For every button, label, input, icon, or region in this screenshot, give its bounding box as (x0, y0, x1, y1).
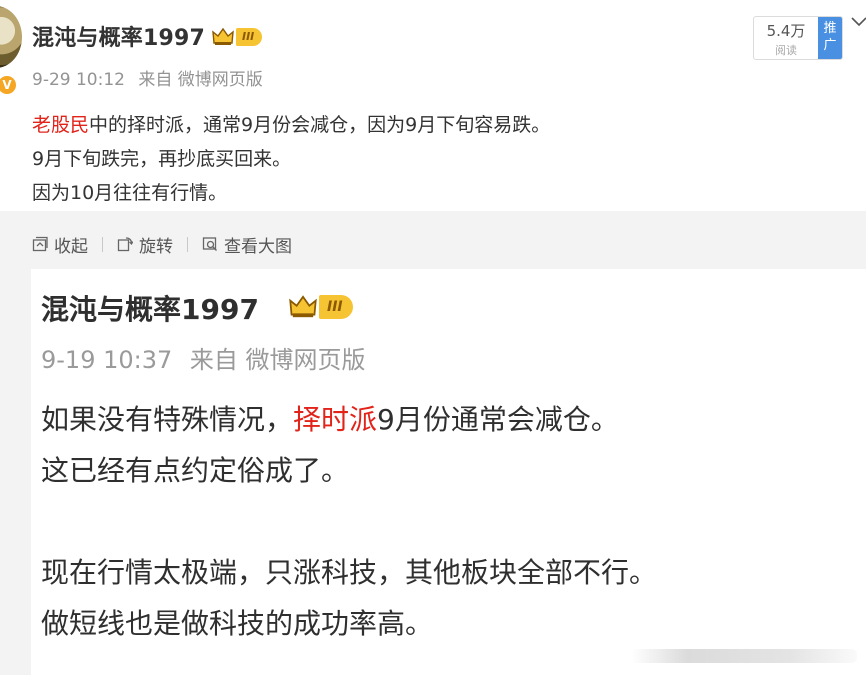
rotate-label: 旋转 (139, 236, 173, 257)
read-count: 5.4万 (766, 22, 806, 40)
image-keyword: 择时派 (293, 403, 378, 436)
divider (187, 236, 188, 252)
image-line-1: 如果没有特殊情况，择时派9月份通常会减仓。 (41, 394, 657, 445)
post-date[interactable]: 9-29 10:12 (32, 70, 125, 90)
collapse-button[interactable]: 收起 (32, 232, 88, 257)
image-level-badge: III (289, 293, 353, 321)
view-large-icon (202, 237, 217, 251)
image-post-body: 如果没有特殊情况，择时派9月份通常会减仓。 这已经有点约定俗成了。 现在行情太极… (41, 394, 657, 649)
divider (102, 236, 103, 252)
image-line-2: 这已经有点约定俗成了。 (41, 454, 350, 487)
view-large-label: 查看大图 (224, 236, 292, 257)
image-line-4: 做短线也是做科技的成功率高。 (41, 607, 434, 640)
image-author-name: 混沌与概率1997 (41, 293, 259, 326)
view-large-button[interactable]: 查看大图 (202, 232, 292, 257)
image-toolbar: 收起 旋转 查看大图 (32, 231, 292, 257)
image-line-3: 现在行情太极端，只涨科技，其他板块全部不行。 (41, 556, 658, 589)
rotate-button[interactable]: 旋转 (117, 232, 173, 257)
stock-keyword-link[interactable]: 老股民 (32, 114, 89, 136)
image-line-1-after: 9月份通常会减仓。 (377, 403, 619, 436)
post-author-name[interactable]: 混沌与概率1997 (32, 20, 205, 52)
image-post-source: 微博网页版 (245, 346, 366, 374)
member-level-badge[interactable]: III (212, 26, 263, 48)
level-text: III (236, 28, 263, 46)
image-watermark (631, 649, 857, 663)
avatar[interactable] (0, 6, 22, 68)
image-level-text: III (319, 295, 353, 319)
read-count-box: 5.4万 阅读 推广 (753, 16, 843, 60)
collapse-label: 收起 (54, 236, 88, 257)
post-line-2: 9月下旬跌完，再抄底买回来。 (32, 148, 292, 170)
crown-icon (212, 27, 234, 45)
image-post-meta: 9-19 10:37 来自 微博网页版 (41, 340, 366, 375)
post-source[interactable]: 微博网页版 (178, 70, 263, 90)
image-source-prefix: 来自 (189, 346, 238, 374)
promote-button[interactable]: 推广 (818, 17, 842, 59)
rotate-icon (117, 237, 133, 252)
collapse-icon (32, 236, 48, 252)
read-label: 阅读 (775, 44, 797, 57)
source-prefix: 来自 (138, 70, 173, 90)
crown-icon (289, 295, 317, 318)
post-body: 老股民中的择时派，通常9月份会减仓，因为9月下旬容易跌。 9月下旬跌完，再抄底买… (32, 108, 550, 210)
post-meta: 9-29 10:12 来自 微博网页版 (32, 65, 263, 90)
post-line-1: 老股民中的择时派，通常9月份会减仓，因为9月下旬容易跌。 (32, 108, 550, 142)
post-image[interactable]: 混沌与概率1997 III 9-19 10:37 来自 微博网页版 如果没有特殊… (31, 269, 866, 675)
post-line-3: 因为10月往往有行情。 (32, 182, 228, 204)
image-post-date: 9-19 10:37 (41, 346, 173, 374)
chevron-down-icon[interactable] (849, 14, 866, 31)
post-line-1-text: 中的择时派，通常9月份会减仓，因为9月下旬容易跌。 (89, 114, 551, 136)
verified-badge-icon: V (0, 74, 18, 96)
image-line-1-before: 如果没有特殊情况， (41, 403, 294, 436)
